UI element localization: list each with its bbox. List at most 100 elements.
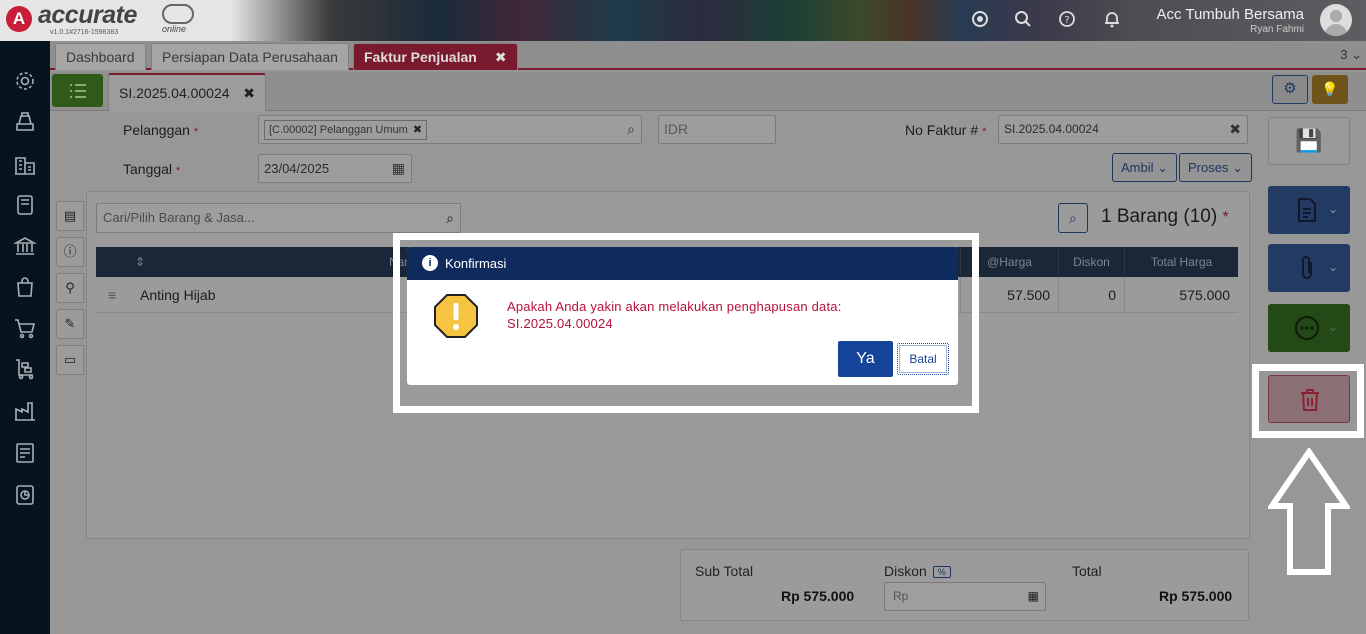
discount-label: Diskon% bbox=[884, 563, 951, 579]
confirm-yes-button[interactable]: Ya bbox=[838, 341, 893, 377]
ai-icon[interactable] bbox=[969, 9, 991, 31]
calculator-icon[interactable]: ▦ bbox=[1028, 583, 1039, 610]
tab-invoice-document[interactable]: SI.2025.04.00024 ✖ bbox=[108, 73, 266, 111]
logo-text: accurate bbox=[38, 1, 137, 29]
search-icon: ⌕ bbox=[1069, 210, 1077, 226]
tab-dashboard[interactable]: Dashboard bbox=[55, 43, 146, 70]
cancel-button[interactable]: Batal bbox=[897, 343, 949, 375]
up-arrow-icon bbox=[1268, 448, 1350, 575]
left-sidebar bbox=[0, 41, 50, 634]
percent-toggle[interactable]: % bbox=[932, 566, 951, 578]
customer-chip[interactable]: [C.00002] Pelanggan Umum ✖ bbox=[264, 120, 428, 140]
inventory-cart-icon[interactable] bbox=[13, 357, 37, 381]
factory-icon[interactable] bbox=[13, 399, 37, 423]
app-logo[interactable]: A accurate online v1.0.1#2716-1598383 bbox=[6, 1, 236, 38]
form-settings-button[interactable]: ⚙ bbox=[1272, 75, 1308, 104]
list-view-button[interactable] bbox=[52, 74, 103, 107]
book-icon[interactable] bbox=[13, 193, 37, 217]
item-search-input[interactable]: Cari/Pilih Barang & Jasa... ⌕ bbox=[96, 203, 461, 233]
list-icon bbox=[70, 84, 86, 98]
avatar[interactable] bbox=[1320, 4, 1352, 36]
tab-count[interactable]: 3 ⌄ bbox=[1340, 47, 1362, 63]
purchase-bag-icon[interactable] bbox=[13, 275, 37, 299]
print-document-button[interactable]: ⌄ bbox=[1268, 186, 1350, 234]
cart-icon[interactable] bbox=[13, 316, 37, 340]
cashier-icon[interactable] bbox=[13, 110, 37, 134]
tax-icon[interactable] bbox=[13, 441, 37, 465]
search-icon[interactable]: ⌕ bbox=[446, 204, 454, 232]
shipping-tab-icon[interactable]: ⚲ bbox=[56, 273, 84, 303]
header-spacer bbox=[96, 247, 130, 277]
date-label-text: Tanggal bbox=[123, 161, 173, 177]
tab-persiapan-data[interactable]: Persiapan Data Perusahaan bbox=[151, 43, 349, 70]
detail-side-tabs: ▤ ⓘ ⚲ ✎ ▭ bbox=[56, 201, 84, 381]
tab-faktur-penjualan[interactable]: Faktur Penjualan ✖ bbox=[353, 43, 518, 70]
user-info[interactable]: Acc Tumbuh Bersama Ryan Fahmi bbox=[1156, 6, 1304, 35]
customer-label: Pelanggan * bbox=[123, 122, 198, 138]
ambil-button[interactable]: Ambil ⌄ bbox=[1112, 153, 1178, 182]
bank-icon[interactable] bbox=[12, 234, 38, 258]
discount-amount-input[interactable]: Rp ▦ bbox=[884, 582, 1046, 611]
customer-chip-label: [C.00002] Pelanggan Umum bbox=[269, 124, 408, 136]
warning-icon bbox=[434, 294, 478, 338]
items-tab-icon[interactable]: ▤ bbox=[56, 201, 84, 231]
chevron-down-icon: ⌄ bbox=[1328, 320, 1339, 334]
close-icon[interactable]: ✖ bbox=[413, 124, 422, 136]
building-icon[interactable] bbox=[13, 153, 37, 177]
calendar-icon[interactable]: ▦ bbox=[392, 155, 405, 182]
proses-button[interactable]: Proses ⌄ bbox=[1179, 153, 1252, 182]
column-total[interactable]: Total Harga bbox=[1124, 247, 1238, 277]
settings-icon[interactable] bbox=[13, 69, 37, 93]
search-icon[interactable]: ⌕ bbox=[627, 116, 635, 143]
dialog-message-reference: SI.2025.04.00024 bbox=[507, 316, 613, 331]
clear-icon[interactable]: ✖ bbox=[1229, 116, 1241, 143]
close-icon[interactable]: ✖ bbox=[495, 49, 507, 65]
dialog-message-line: Apakah Anda yakin akan melakukan penghap… bbox=[507, 299, 842, 314]
dialog-title: Konfirmasi bbox=[445, 256, 507, 271]
payment-tab-icon[interactable]: ✎ bbox=[56, 309, 84, 339]
help-icon[interactable]: ? bbox=[1056, 9, 1078, 31]
subtotal-label: Sub Total bbox=[695, 563, 754, 579]
totals-panel: Sub Total Rp 575.000 Diskon% Rp ▦ Total … bbox=[680, 549, 1249, 621]
customer-field[interactable]: [C.00002] Pelanggan Umum ✖ ⌕ bbox=[258, 115, 642, 144]
paperclip-icon bbox=[1302, 256, 1312, 279]
date-label: Tanggal * bbox=[123, 161, 180, 177]
document-icon bbox=[1298, 198, 1316, 222]
version-label: v1.0.1#2716-1598383 bbox=[50, 29, 119, 36]
more-dots-icon bbox=[1295, 316, 1319, 340]
date-field[interactable]: 23/04/2025 ▦ bbox=[258, 154, 412, 183]
required-mark: * bbox=[193, 126, 199, 138]
tips-button[interactable]: 💡 bbox=[1312, 75, 1348, 104]
document-tab-label: SI.2025.04.00024 bbox=[119, 85, 230, 101]
report-chart-icon[interactable] bbox=[13, 483, 37, 507]
save-button[interactable]: 💾 bbox=[1268, 117, 1350, 165]
item-lookup-button[interactable]: ⌕ bbox=[1058, 203, 1088, 233]
invoice-number-field[interactable]: SI.2025.04.00024 ✖ bbox=[998, 115, 1248, 144]
proses-button-label: Proses bbox=[1188, 160, 1229, 175]
chevron-down-icon: ⌄ bbox=[1351, 47, 1362, 62]
discount-placeholder: Rp bbox=[893, 589, 909, 603]
item-total-cell: 575.000 bbox=[1124, 277, 1238, 313]
top-bar: A accurate online v1.0.1#2716-1598383 ? … bbox=[0, 0, 1366, 41]
search-icon[interactable] bbox=[1012, 9, 1034, 31]
close-icon[interactable]: ✖ bbox=[243, 75, 255, 111]
sort-icon[interactable]: ⇕ bbox=[130, 247, 150, 277]
confirm-dialog: i Konfirmasi Apakah Anda yakin akan mela… bbox=[407, 247, 958, 385]
drag-handle-icon[interactable]: ≡ bbox=[108, 277, 116, 313]
info-tab-icon[interactable]: ⓘ bbox=[56, 237, 84, 267]
currency-field[interactable]: IDR bbox=[658, 115, 776, 144]
lightbulb-icon: 💡 bbox=[1321, 81, 1339, 97]
tab-label: Persiapan Data Perusahaan bbox=[162, 49, 338, 65]
dialog-message: Apakah Anda yakin akan melakukan penghap… bbox=[507, 298, 842, 332]
more-actions-button[interactable]: ⌄ bbox=[1268, 304, 1350, 352]
invoice-number-value: SI.2025.04.00024 bbox=[1004, 122, 1099, 136]
ambil-button-label: Ambil bbox=[1121, 160, 1154, 175]
document-tabs: SI.2025.04.00024 ✖ ⚙ 💡 bbox=[50, 72, 1366, 111]
bell-icon[interactable] bbox=[1101, 9, 1123, 31]
item-discount-cell: 0 bbox=[1058, 277, 1124, 313]
item-search-placeholder: Cari/Pilih Barang & Jasa... bbox=[103, 210, 255, 225]
notes-tab-icon[interactable]: ▭ bbox=[56, 345, 84, 375]
customer-label-text: Pelanggan bbox=[123, 122, 190, 138]
column-discount[interactable]: Diskon bbox=[1058, 247, 1124, 277]
attachment-button[interactable]: ⌄ bbox=[1268, 244, 1350, 292]
